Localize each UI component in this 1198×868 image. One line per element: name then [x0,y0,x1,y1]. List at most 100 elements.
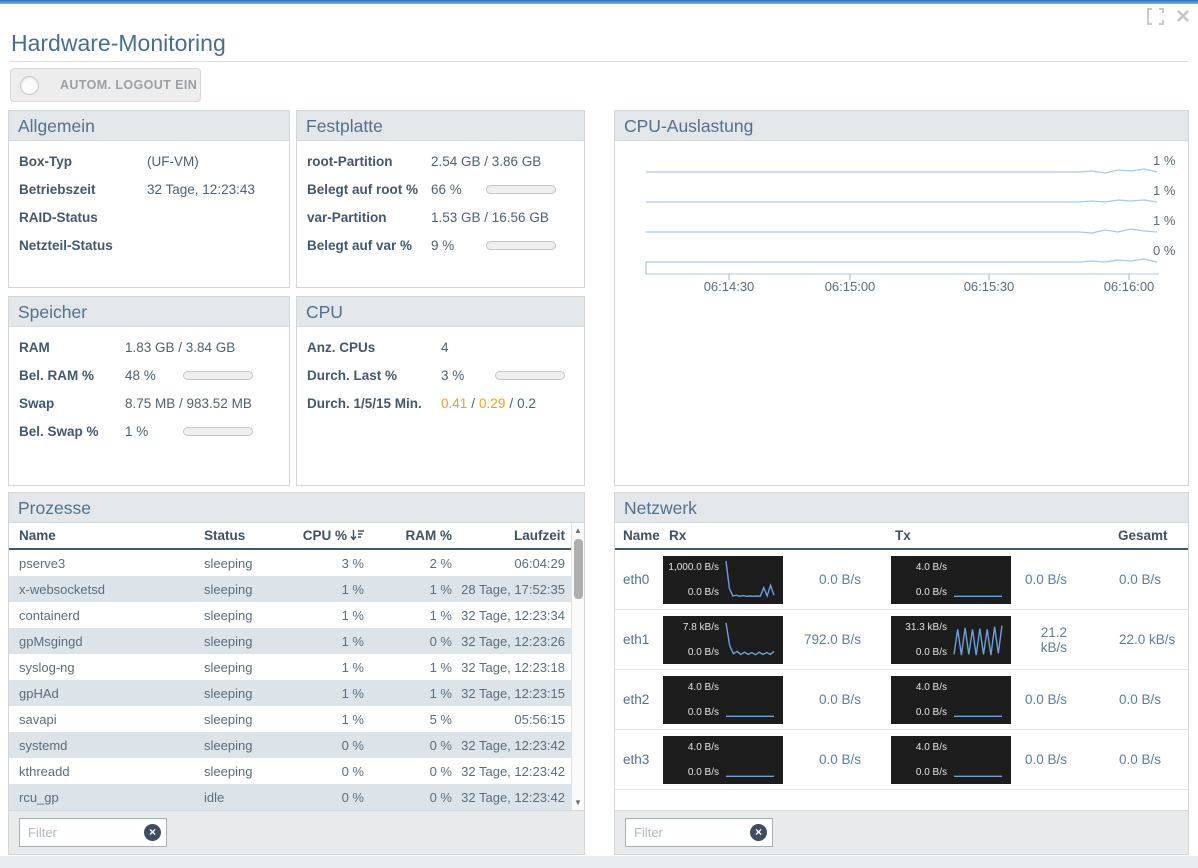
rx-max-label: 4.0 B/s [687,741,719,753]
process-name: pserve3 [19,555,66,571]
rx-current-value: 792.0 B/s [803,632,861,647]
column-header-name[interactable]: Name [9,528,204,543]
info-row-raid-status: RAID-Status [19,210,98,225]
process-cpu: 3 % [341,555,364,571]
load-1min: 0.41 [441,396,468,411]
clear-filter-icon[interactable]: × [750,824,767,841]
process-ram: 5 % [429,711,452,727]
panel-cpu-auslastung-title: CPU-Auslastung [615,111,1188,141]
scroll-down-icon[interactable]: ▼ [572,798,584,807]
column-header-status[interactable]: Status [204,528,299,543]
panel-cpu-title: CPU [297,297,584,327]
rx-min-label: 0.0 B/s [687,766,719,778]
autologout-toggle-button[interactable]: AUTOM. LOGOUT EIN [10,68,201,102]
clear-filter-icon[interactable]: × [144,824,161,841]
close-icon[interactable]: × [1176,5,1190,29]
process-status: sleeping [204,659,253,675]
tx-min-label: 0.0 B/s [915,706,947,718]
column-header-name[interactable]: Name [615,528,663,543]
process-cpu: 0 % [341,763,364,779]
rx-sparkline [726,715,774,717]
process-ram: 1 % [429,581,452,597]
process-laufzeit: 32 Tage, 12:23:42 [461,737,565,753]
swap-usage-progressbar [183,427,253,436]
process-cpu: 1 % [341,685,364,701]
netzwerk-table-body: eth0 1,000.0 B/s 0.0 B/s 0.0 B/s 4.0 B/s… [615,550,1188,790]
page-title: Hardware-Monitoring [11,30,226,56]
process-ram: 2 % [429,555,452,571]
process-laufzeit: 32 Tage, 12:23:34 [461,607,565,623]
info-row-bel-swap: Bel. Swap % 1 % [19,424,279,439]
process-status: sleeping [204,737,253,753]
tx-sparkline-box: 4.0 B/s 0.0 B/s [891,555,1011,604]
info-row-durch-last: Durch. Last % 3 % [307,368,574,383]
scrollbar-thumb[interactable] [574,539,583,599]
process-ram: 0 % [429,633,452,649]
process-status: idle [204,789,225,805]
autologout-toggle-label: AUTOM. LOGOUT EIN [60,78,198,92]
info-row-root-partition: root-Partition 2.54 GB / 3.86 GB [307,154,542,169]
netzwerk-table-header: Name Rx Tx Gesamt [615,523,1188,550]
info-row-betriebszeit: Betriebszeit 32 Tage, 12:23:43 [19,182,255,197]
gesamt-value: 0.0 B/s [1119,572,1162,587]
process-status: sleeping [204,607,253,623]
tx-current-value: 0.0 B/s [1024,752,1067,767]
rx-max-label: 1,000.0 B/s [668,561,719,573]
process-table-row: savapi sleeping 1 % 5 % 05:56:15 [9,706,584,732]
rx-sparkline [725,560,775,598]
rx-sparkline [726,775,774,777]
tx-sparkline-box: 4.0 B/s 0.0 B/s [891,675,1011,724]
time-tick-label: 06:16:00 [1103,279,1155,294]
process-laufzeit: 32 Tage, 12:23:42 [461,789,565,805]
column-header-rx[interactable]: Rx [663,528,891,543]
process-laufzeit: 32 Tage, 12:23:15 [461,685,565,701]
panel-allgemein: Allgemein Box-Typ (UF-VM) Betriebszeit 3… [8,110,290,288]
network-interface-row: eth2 4.0 B/s 0.0 B/s 0.0 B/s 4.0 B/s 0.0… [615,670,1188,730]
panel-prozesse-title: Prozesse [9,493,584,523]
time-tick-label: 06:15:00 [824,279,876,294]
process-table-row: containerd sleeping 1 % 1 % 32 Tage, 12:… [9,602,584,628]
toggle-radio-icon[interactable] [20,75,39,95]
column-header-tx[interactable]: Tx [891,528,1115,543]
panel-cpu-auslastung: CPU-Auslastung 1 % 1 % 1 % 0 % 06:14:30 06:1… [614,110,1189,486]
netzwerk-footer: × [615,810,1188,854]
column-header-cpu[interactable]: CPU % [299,528,364,543]
tx-sparkline-box: 31.3 kB/s 0.0 B/s [891,615,1011,664]
rx-current-value: 0.0 B/s [818,752,861,767]
process-name: savapi [19,711,57,727]
prozesse-footer: × [9,810,584,854]
fullscreen-icon[interactable] [1146,8,1164,25]
info-row-anz-cpus: Anz. CPUs 4 [307,340,449,355]
process-cpu: 1 % [341,633,364,649]
process-status: sleeping [204,633,253,649]
rx-current-value: 0.0 B/s [818,572,861,587]
network-interface-row: eth3 4.0 B/s 0.0 B/s 0.0 B/s 4.0 B/s 0.0… [615,730,1188,790]
rx-sparkline [725,622,775,656]
panel-netzwerk-title: Netzwerk [615,493,1188,523]
time-tick-label: 06:15:30 [963,279,1015,294]
column-header-laufzeit[interactable]: Laufzeit [452,528,570,543]
tx-current-value: 0.0 B/s [1024,572,1067,587]
window-accent-bar [0,0,1198,4]
process-cpu: 0 % [341,789,364,805]
rx-sparkline-box: 7.8 kB/s 0.0 B/s [663,615,783,664]
interface-name: eth3 [623,752,650,767]
network-interface-row: eth1 7.8 kB/s 0.0 B/s 792.0 B/s 31.3 kB/… [615,610,1188,670]
process-status: sleeping [204,685,253,701]
process-ram: 1 % [429,685,452,701]
process-table-row: rcu_gp idle 0 % 0 % 32 Tage, 12:23:42 [9,784,584,810]
scroll-up-icon[interactable]: ▲ [572,526,584,535]
column-header-ram[interactable]: RAM % [364,528,453,543]
process-laufzeit: 28 Tage, 17:52:35 [461,581,565,597]
rx-min-label: 0.0 B/s [687,646,719,658]
process-status: sleeping [204,763,253,779]
info-row-netzteil-status: Netzteil-Status [19,238,113,253]
process-cpu: 0 % [341,737,364,753]
column-header-gesamt[interactable]: Gesamt [1115,528,1188,543]
info-row-bel-ram: Bel. RAM % 48 % [19,368,279,383]
prozesse-scrollbar[interactable]: ▲ ▼ [571,523,584,810]
process-cpu: 1 % [341,659,364,675]
process-table-row: syslog-ng sleeping 1 % 1 % 32 Tage, 12:2… [9,654,584,680]
rx-sparkline-box: 4.0 B/s 0.0 B/s [663,735,783,784]
tx-max-label: 31.3 kB/s [905,621,947,633]
